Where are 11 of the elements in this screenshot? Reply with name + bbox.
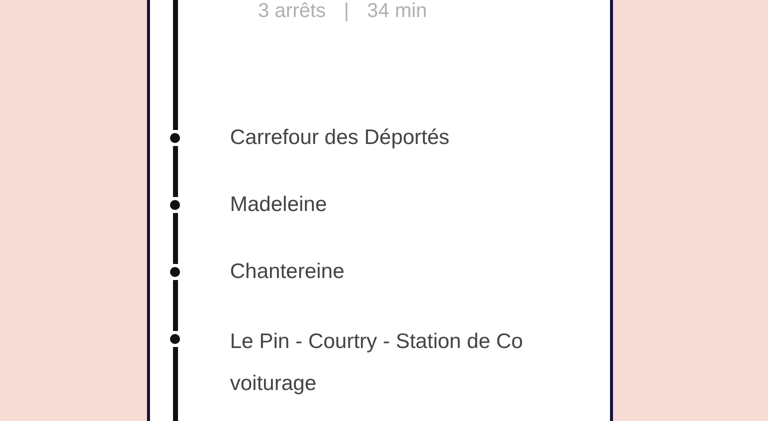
stop-count: 3 arrêts [258,0,326,22]
stop-marker [170,334,180,344]
stop-name: Le Pin - Courtry - Station de Co voiturage [230,329,524,397]
separator: | [344,0,350,22]
stop-marker [170,133,180,143]
stop-name: Madeleine [230,193,328,218]
trip-duration: 34 min [367,0,428,22]
stop-name: Chantereine [230,260,346,285]
stop-marker [170,267,180,277]
stop-marker [170,200,180,210]
stop-name: Carrefour des Déportés [230,126,450,151]
